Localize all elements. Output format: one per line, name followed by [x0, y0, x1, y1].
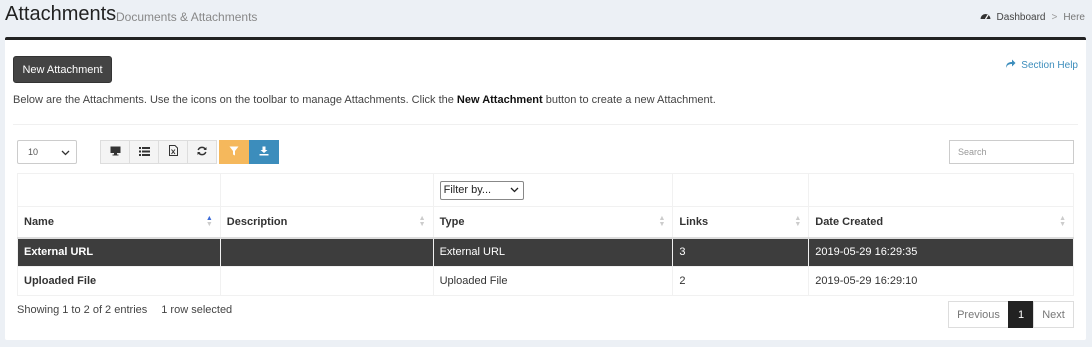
list-view-button[interactable]: [129, 140, 159, 164]
column-header-label: Description: [226, 215, 288, 228]
cell-date-created: 2019-05-29 16:29:10: [808, 266, 1074, 296]
table-toolbar: [100, 140, 279, 164]
attachments-table: Filter by... Name ▲ ▼ Description ▲ ▼ Type ▲ ▼…: [17, 173, 1074, 296]
divider: [13, 124, 1078, 125]
column-header-type[interactable]: Type ▲ ▼: [432, 206, 674, 239]
filter-cell: [219, 173, 434, 207]
page-1-button[interactable]: 1: [1008, 301, 1034, 328]
cell-type: External URL: [432, 237, 674, 267]
intro-text-bold: New Attachment: [456, 94, 543, 106]
cell-name: External URL: [17, 237, 221, 267]
column-header-label: Name: [24, 215, 54, 228]
page-subtitle: Documents & Attachments: [116, 10, 258, 24]
filter-row: Filter by...: [17, 173, 1074, 207]
previous-page-button[interactable]: Previous: [948, 301, 1009, 328]
view-button[interactable]: [100, 140, 130, 164]
column-header-label: Type: [439, 215, 465, 228]
filter-cell: [808, 173, 1074, 207]
intro-text-end: button to create a new Attachment.: [542, 94, 716, 106]
filter-button[interactable]: [219, 140, 249, 164]
type-filter-value: Filter by...: [443, 184, 492, 196]
dashboard-icon: [980, 11, 991, 23]
breadcrumb-separator: >: [1051, 11, 1058, 23]
breadcrumb-current: Here: [1063, 11, 1085, 23]
cell-name: Uploaded File: [17, 266, 221, 296]
breadcrumb: Dashboard > Here: [980, 11, 1085, 23]
chevron-down-icon: [510, 184, 519, 196]
page-length-select[interactable]: 10: [17, 140, 77, 164]
column-header-label: Links: [679, 215, 709, 228]
filter-cell: [672, 173, 810, 207]
column-header-name[interactable]: Name ▲ ▼: [17, 206, 221, 239]
filter-cell: [17, 173, 221, 207]
sort-icon: ▲ ▼: [794, 215, 802, 228]
download-button[interactable]: [249, 140, 279, 164]
refresh-icon: [197, 145, 207, 159]
table-row[interactable]: Uploaded File Uploaded File 2 2019-05-29…: [17, 266, 1074, 296]
entries-info: Showing 1 to 2 of 2 entries: [17, 304, 148, 316]
intro-text-start: Below are the Attachments. Use the icons…: [13, 94, 457, 106]
export-excel-button[interactable]: [158, 140, 188, 164]
excel-icon: [168, 145, 178, 159]
search-input[interactable]: Search: [949, 140, 1074, 164]
sort-icon: ▲ ▼: [1059, 215, 1066, 228]
cell-type: Uploaded File: [432, 266, 674, 296]
table-header-row: Name ▲ ▼ Description ▲ ▼ Type ▲ ▼ Links ▲ ▼ Date…: [17, 206, 1074, 239]
column-header-label: Date Created: [815, 215, 884, 228]
filter-cell: Filter by...: [432, 173, 674, 207]
section-help-link[interactable]: Section Help: [1005, 59, 1078, 71]
monitor-icon: [110, 145, 121, 159]
sort-asc-icon: ▲ ▼: [205, 215, 213, 228]
table-info: Showing 1 to 2 of 2 entries 1 row selecte…: [17, 304, 232, 316]
page-length-value: 10: [28, 147, 39, 157]
refresh-button[interactable]: [187, 140, 217, 164]
chevron-down-icon: [61, 148, 70, 158]
download-icon: [259, 145, 269, 159]
intro-text: Below are the Attachments. Use the icons…: [13, 94, 716, 106]
column-header-date-created[interactable]: Date Created ▲ ▼: [808, 206, 1074, 239]
next-page-button[interactable]: Next: [1033, 301, 1074, 328]
cell-links: 3: [672, 237, 810, 267]
cell-date-created: 2019-05-29 16:29:35: [808, 237, 1074, 267]
list-icon: [138, 145, 150, 159]
column-header-description[interactable]: Description ▲ ▼: [219, 206, 434, 239]
table-row[interactable]: External URL External URL 3 2019-05-29 1…: [17, 237, 1074, 267]
column-header-links[interactable]: Links ▲ ▼: [672, 206, 810, 239]
cell-description: [219, 266, 434, 296]
filter-icon: [229, 145, 239, 159]
type-filter-select[interactable]: Filter by...: [439, 180, 524, 200]
sort-icon: ▲ ▼: [658, 215, 666, 228]
page-title: Attachments: [5, 3, 117, 25]
pagination: Previous 1 Next: [948, 301, 1074, 328]
new-attachment-button[interactable]: New Attachment: [13, 56, 112, 83]
sort-icon: ▲ ▼: [418, 215, 426, 228]
share-icon: [1005, 59, 1016, 71]
cell-description: [219, 237, 434, 267]
section-help-label: Section Help: [1021, 59, 1078, 71]
attachments-panel: New Attachment Section Help Below are th…: [5, 37, 1086, 340]
selection-info: 1 row selected: [161, 304, 233, 316]
breadcrumb-dashboard-link[interactable]: Dashboard: [997, 12, 1046, 23]
cell-links: 2: [672, 266, 810, 296]
